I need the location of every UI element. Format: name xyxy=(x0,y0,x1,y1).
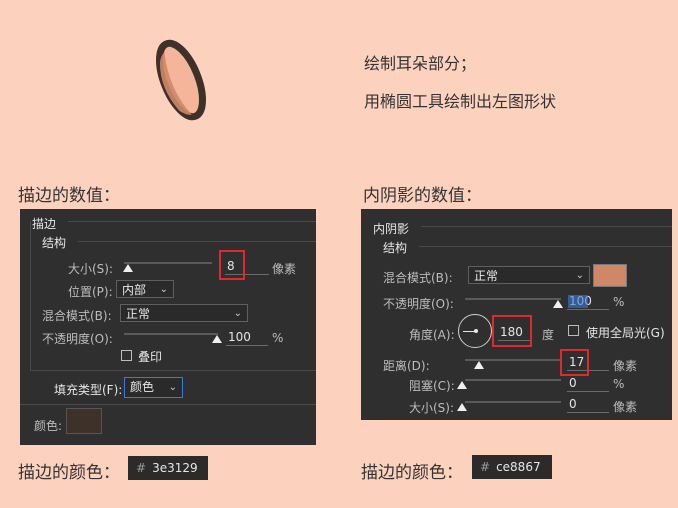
chevron-down-icon: ⌄ xyxy=(575,270,584,281)
chevron-down-icon: ⌄ xyxy=(168,382,177,393)
blend-value: 正常 xyxy=(474,269,499,283)
intro-line-1: 绘制耳朵部分； xyxy=(364,54,477,73)
shadow-color-swatch[interactable] xyxy=(593,264,627,287)
stroke-color-swatch[interactable] xyxy=(66,408,102,434)
ear-illustration xyxy=(156,39,206,121)
blend-select[interactable]: 正常 ⌄ xyxy=(120,304,248,322)
choke-label: 阻塞(C): xyxy=(409,379,455,393)
stroke-values-caption: 描边的数值： xyxy=(18,186,120,206)
intro-line-2: 用椭圆工具绘制出左图形状 xyxy=(364,92,557,111)
overprint-checkbox[interactable] xyxy=(121,350,132,361)
shadow-hex-field[interactable]: # ce8867 xyxy=(472,455,552,479)
choke-slider-thumb[interactable] xyxy=(457,381,467,389)
stroke-panel: 描边 结构 大小(S): 8 像素 位置(P): 内部 ⌄ 混合模式(B): 正… xyxy=(20,209,316,445)
stroke-hex-value: 3e3129 xyxy=(152,461,198,475)
size-unit: 像素 xyxy=(272,262,297,276)
blend-select[interactable]: 正常 ⌄ xyxy=(468,266,590,284)
angle-highlight xyxy=(492,315,532,347)
opacity-slider[interactable] xyxy=(465,298,561,300)
distance-unit: 像素 xyxy=(613,359,638,373)
size-slider-thumb[interactable] xyxy=(123,264,133,272)
distance-slider-thumb[interactable] xyxy=(474,361,484,369)
opacity-label: 不透明度(O): xyxy=(383,297,454,311)
fill-type-label: 填充类型(F): xyxy=(54,383,123,397)
position-value: 内部 xyxy=(122,283,147,297)
size-slider[interactable] xyxy=(124,262,212,264)
shadow-hex-value: ce8867 xyxy=(496,460,541,474)
distance-highlight xyxy=(560,349,589,376)
size-label: 大小(S): xyxy=(409,401,455,415)
opacity-slider-thumb[interactable] xyxy=(212,335,222,343)
chevron-down-icon: ⌄ xyxy=(159,284,168,295)
size-value[interactable]: 0 xyxy=(567,397,609,413)
size-label: 大小(S): xyxy=(68,262,114,276)
blend-label: 混合模式(B): xyxy=(383,271,453,285)
choke-slider[interactable] xyxy=(465,379,561,381)
panel-title: 内阴影 xyxy=(373,222,410,236)
choke-unit: % xyxy=(613,377,625,391)
section-title: 结构 xyxy=(42,236,67,250)
choke-value[interactable]: 0 xyxy=(567,376,609,392)
chevron-down-icon: ⌄ xyxy=(233,308,242,319)
angle-dial[interactable] xyxy=(458,314,492,348)
opacity-value[interactable]: 100 xyxy=(226,330,268,346)
opacity-label: 不透明度(O): xyxy=(42,332,113,346)
size-unit: 像素 xyxy=(613,400,638,414)
blend-value: 正常 xyxy=(126,307,151,321)
hash-icon: # xyxy=(480,460,491,474)
angle-unit: 度 xyxy=(542,328,555,342)
inner-shadow-panel: 内阴影 结构 混合模式(B): 正常 ⌄ 不透明度(O): 100 % 角度(A… xyxy=(361,209,672,420)
global-light-checkbox[interactable] xyxy=(568,325,579,336)
fill-type-select[interactable]: 颜色 ⌄ xyxy=(124,377,183,398)
panel-title: 描边 xyxy=(32,217,57,231)
stroke-color-caption: 描边的颜色： xyxy=(18,463,120,483)
opacity-unit: % xyxy=(272,331,284,345)
hash-icon: # xyxy=(136,461,147,475)
position-select[interactable]: 内部 ⌄ xyxy=(116,280,174,298)
size-highlight xyxy=(219,250,245,280)
stroke-hex-field[interactable]: #3e3129 xyxy=(128,456,208,480)
opacity-slider-thumb[interactable] xyxy=(553,300,563,308)
size-slider[interactable] xyxy=(465,401,561,403)
shadow-color-caption: 描边的颜色： xyxy=(361,463,463,483)
blend-label: 混合模式(B): xyxy=(42,309,112,323)
global-light-label: 使用全局光(G) xyxy=(586,326,665,340)
overprint-label: 叠印 xyxy=(138,350,163,364)
angle-label: 角度(A): xyxy=(409,328,455,342)
opacity-unit: % xyxy=(613,295,625,309)
distance-label: 距离(D): xyxy=(383,359,430,373)
color-label: 颜色: xyxy=(34,419,63,433)
position-label: 位置(P): xyxy=(68,285,113,299)
section-title: 结构 xyxy=(383,241,408,255)
size-slider-thumb[interactable] xyxy=(457,403,467,411)
opacity-slider[interactable] xyxy=(124,333,218,335)
fill-type-value: 颜色 xyxy=(130,380,155,394)
inner-shadow-values-caption: 内阴影的数值： xyxy=(363,186,482,206)
